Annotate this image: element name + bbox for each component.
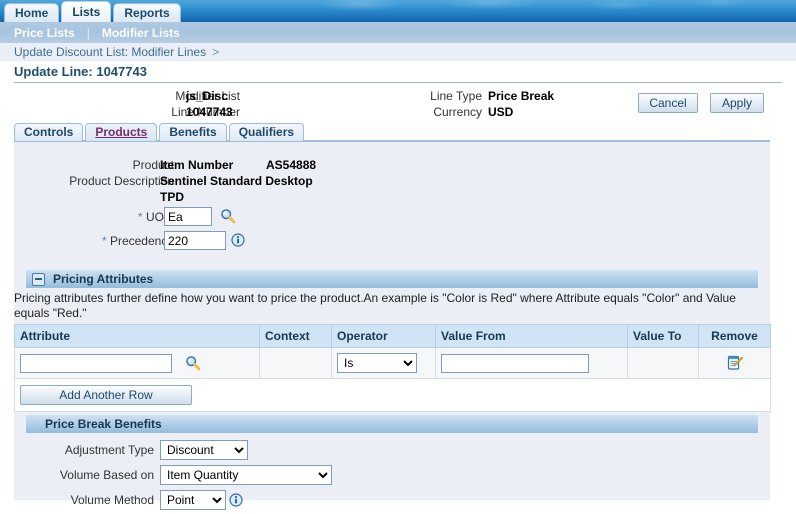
volume-method-label: Volume Method bbox=[70, 493, 154, 507]
attribute-input[interactable] bbox=[20, 353, 172, 373]
sub-tab-benefits[interactable]: Benefits bbox=[159, 123, 227, 141]
cell-remove bbox=[698, 347, 771, 379]
global-tab-reports[interactable]: Reports bbox=[113, 3, 181, 22]
sub-tab-bar: Controls Products Benefits Qualifiers bbox=[14, 123, 306, 141]
products-panel: Product Item Number AS54888 Product Desc… bbox=[14, 140, 771, 510]
value-from-input[interactable] bbox=[441, 353, 589, 373]
global-tab-home[interactable]: Home bbox=[4, 3, 60, 22]
column-header-context[interactable]: Context bbox=[259, 324, 332, 348]
product-description-label: Product Description bbox=[69, 174, 174, 188]
precedence-info-icon[interactable] bbox=[231, 233, 245, 247]
line-type-row: Line Type bbox=[330, 88, 482, 104]
line-type-value: Price Break bbox=[488, 89, 555, 103]
modifier-list-value-wrap: js_Disc bbox=[186, 88, 228, 104]
volume-method-row: Volume Method Point bbox=[14, 489, 243, 511]
uom-search-icon[interactable] bbox=[220, 208, 236, 224]
volume-based-on-select[interactable]: Item Quantity bbox=[160, 465, 332, 485]
column-header-value-to[interactable]: Value To bbox=[627, 324, 699, 348]
sub-tab-qualifiers[interactable]: Qualifiers bbox=[228, 123, 305, 141]
global-tab-lists[interactable]: Lists bbox=[61, 1, 112, 22]
price-break-benefits-header: Price Break Benefits bbox=[26, 414, 758, 433]
volume-based-on-row: Volume Based on Item Quantity bbox=[14, 464, 332, 486]
adjustment-type-row: Adjustment Type Discount bbox=[14, 439, 248, 461]
uom-required-marker: * bbox=[137, 210, 143, 224]
cell-add-row: Add Another Row bbox=[14, 378, 771, 412]
volume-based-on-label: Volume Based on bbox=[59, 468, 154, 482]
column-header-remove[interactable]: Remove bbox=[698, 324, 771, 348]
application-page: Home Lists Reports Price Lists | Modifie… bbox=[0, 0, 796, 514]
cell-value-to bbox=[627, 347, 699, 379]
currency-row: Currency bbox=[330, 104, 482, 120]
page-title: Update Line: 1047743 bbox=[14, 64, 782, 83]
currency-value: USD bbox=[488, 105, 514, 119]
sub-tab-products[interactable]: Products bbox=[85, 123, 158, 141]
cell-value-from bbox=[435, 347, 628, 379]
breadcrumb: Update Discount List: Modifier Lines > bbox=[0, 43, 796, 61]
cell-attribute bbox=[14, 347, 260, 379]
line-type-label: Line Type bbox=[430, 89, 482, 103]
pricing-attributes-title: Pricing Attributes bbox=[53, 271, 154, 286]
collapse-pricing-attributes-icon[interactable] bbox=[32, 272, 45, 286]
add-another-row-label: Add Another Row bbox=[59, 388, 153, 402]
product-description-line2-wrap: TPD bbox=[160, 188, 184, 206]
modifier-list-value: js_Disc bbox=[186, 89, 229, 103]
breadcrumb-link-modifier-lines[interactable]: Update Discount List: Modifier Lines bbox=[14, 45, 206, 59]
column-header-operator[interactable]: Operator bbox=[331, 324, 436, 348]
precedence-input[interactable] bbox=[164, 231, 226, 250]
line-number-value: 1047743 bbox=[186, 105, 233, 119]
pricing-attributes-table: Attribute Context Operator Value From Va… bbox=[14, 324, 771, 412]
add-another-row-button[interactable]: Add Another Row bbox=[20, 385, 192, 405]
cancel-button-label: Cancel bbox=[649, 96, 687, 110]
apply-button[interactable]: Apply bbox=[710, 93, 764, 113]
sub-tab-controls[interactable]: Controls bbox=[14, 123, 84, 141]
sub-navigation-bar: Price Lists | Modifier Lists bbox=[0, 22, 796, 43]
column-header-value-from[interactable]: Value From bbox=[435, 324, 628, 348]
table-actions-row: Add Another Row bbox=[14, 378, 771, 412]
currency-value-wrap: USD bbox=[488, 104, 513, 120]
uom-label-wrap: * UOM bbox=[14, 208, 174, 226]
line-type-value-wrap: Price Break bbox=[488, 88, 554, 104]
table-header-row: Attribute Context Operator Value From Va… bbox=[14, 324, 771, 348]
precedence-required-marker: * bbox=[101, 234, 107, 248]
pricing-attributes-header: Pricing Attributes bbox=[26, 269, 758, 288]
volume-method-select[interactable]: Point bbox=[160, 490, 226, 510]
product-description-label-wrap: Product Description bbox=[14, 172, 174, 190]
operator-select[interactable]: Is bbox=[337, 353, 417, 373]
record-header: Modifier List js_Disc Line Number 104774… bbox=[0, 88, 796, 124]
pricing-attributes-description: Pricing attributes further define how yo… bbox=[14, 291, 736, 320]
edit-remove-icon[interactable] bbox=[727, 355, 743, 371]
global-tab-bar: Home Lists Reports bbox=[4, 1, 183, 22]
subnav-separator: | bbox=[86, 25, 90, 40]
price-break-benefits-title: Price Break Benefits bbox=[45, 416, 162, 431]
cancel-button[interactable]: Cancel bbox=[638, 93, 698, 113]
subnav-item-price-lists[interactable]: Price Lists bbox=[14, 26, 75, 40]
apply-button-label: Apply bbox=[721, 96, 753, 110]
attribute-search-icon[interactable] bbox=[185, 355, 201, 371]
product-description-line2: TPD bbox=[160, 190, 184, 204]
currency-label: Currency bbox=[433, 105, 482, 119]
page-title-container: Update Line: 1047743 bbox=[14, 64, 782, 83]
adjustment-type-label: Adjustment Type bbox=[64, 443, 154, 457]
column-header-attribute[interactable]: Attribute bbox=[14, 324, 260, 348]
subnav-item-modifier-lists[interactable]: Modifier Lists bbox=[102, 26, 180, 40]
volume-method-info-icon[interactable] bbox=[229, 493, 243, 507]
breadcrumb-arrow-icon: > bbox=[212, 45, 220, 59]
cell-operator: Is bbox=[331, 347, 436, 379]
table-row: Is bbox=[14, 347, 771, 379]
cell-context bbox=[259, 347, 332, 379]
adjustment-type-select[interactable]: Discount bbox=[160, 440, 248, 460]
uom-input[interactable] bbox=[164, 207, 212, 226]
precedence-label-wrap: * Precedence bbox=[14, 232, 174, 250]
line-number-value-wrap: 1047743 bbox=[186, 104, 233, 120]
